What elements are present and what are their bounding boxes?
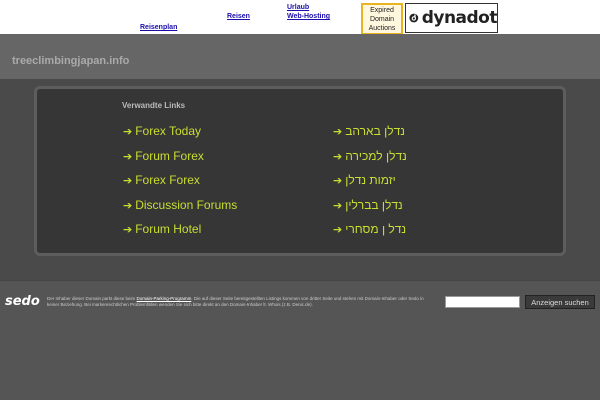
arrow-right-icon: ➔ <box>333 174 343 187</box>
arrow-right-icon: ➔ <box>333 199 343 212</box>
top-link-web-hosting[interactable]: Web-Hosting <box>287 13 330 21</box>
footer-divider <box>0 280 600 281</box>
sedo-logo: sedo <box>5 294 40 309</box>
arrow-right-icon: ➔ <box>123 125 133 138</box>
search-ads-button[interactable]: Anzeigen suchen <box>525 295 595 309</box>
related-links-title: Verwandte Links <box>122 101 186 110</box>
arrow-right-icon: ➔ <box>123 223 133 236</box>
related-link-left[interactable]: ➔ Discussion Forums <box>123 198 237 212</box>
related-link-left[interactable]: ➔ Forex Forex <box>123 173 200 187</box>
related-link-right[interactable]: ➔ נדלן למכירה <box>333 149 407 163</box>
arrow-right-icon: ➔ <box>123 174 133 187</box>
related-link-left[interactable]: ➔ Forum Hotel <box>123 222 201 236</box>
related-links-panel <box>34 86 566 256</box>
dynadot-wordmark: dynadot <box>421 8 498 28</box>
dynadot-icon <box>409 13 419 23</box>
domain-title: treeclimbingjapan.info <box>12 55 130 67</box>
footer-disclaimer: Der Inhaber dieser Domain parkt diese be… <box>47 296 437 308</box>
arrow-right-icon: ➔ <box>333 223 343 236</box>
related-link-right[interactable]: ➔ נדל ן מסחרי <box>333 222 406 236</box>
top-link-reisenplan[interactable]: Reisenplan <box>140 24 177 32</box>
related-link-left[interactable]: ➔ Forum Forex <box>123 149 204 163</box>
expired-domain-auctions-button[interactable]: Expired Domain Auctions <box>361 3 403 35</box>
related-link-left[interactable]: ➔ Forex Today <box>123 124 201 138</box>
dynadot-logo-banner[interactable]: dynadot <box>405 3 498 33</box>
search-input[interactable] <box>445 296 520 308</box>
related-link-right[interactable]: ➔ נדלן בארהב <box>333 124 405 138</box>
domain-parking-link[interactable]: Domain-Parking-Programm <box>137 296 192 301</box>
arrow-right-icon: ➔ <box>333 150 343 163</box>
related-link-right[interactable]: ➔ נדלן בברלין <box>333 198 403 212</box>
top-link-urlaub[interactable]: Urlaub <box>287 4 309 12</box>
top-link-reisen[interactable]: Reisen <box>227 13 250 21</box>
arrow-right-icon: ➔ <box>333 125 343 138</box>
related-link-right[interactable]: ➔ יזמות נדלן <box>333 173 396 187</box>
arrow-right-icon: ➔ <box>123 150 133 163</box>
footer-text-part: Der Inhaber dieser Domain parkt diese be… <box>47 296 137 301</box>
arrow-right-icon: ➔ <box>123 199 133 212</box>
